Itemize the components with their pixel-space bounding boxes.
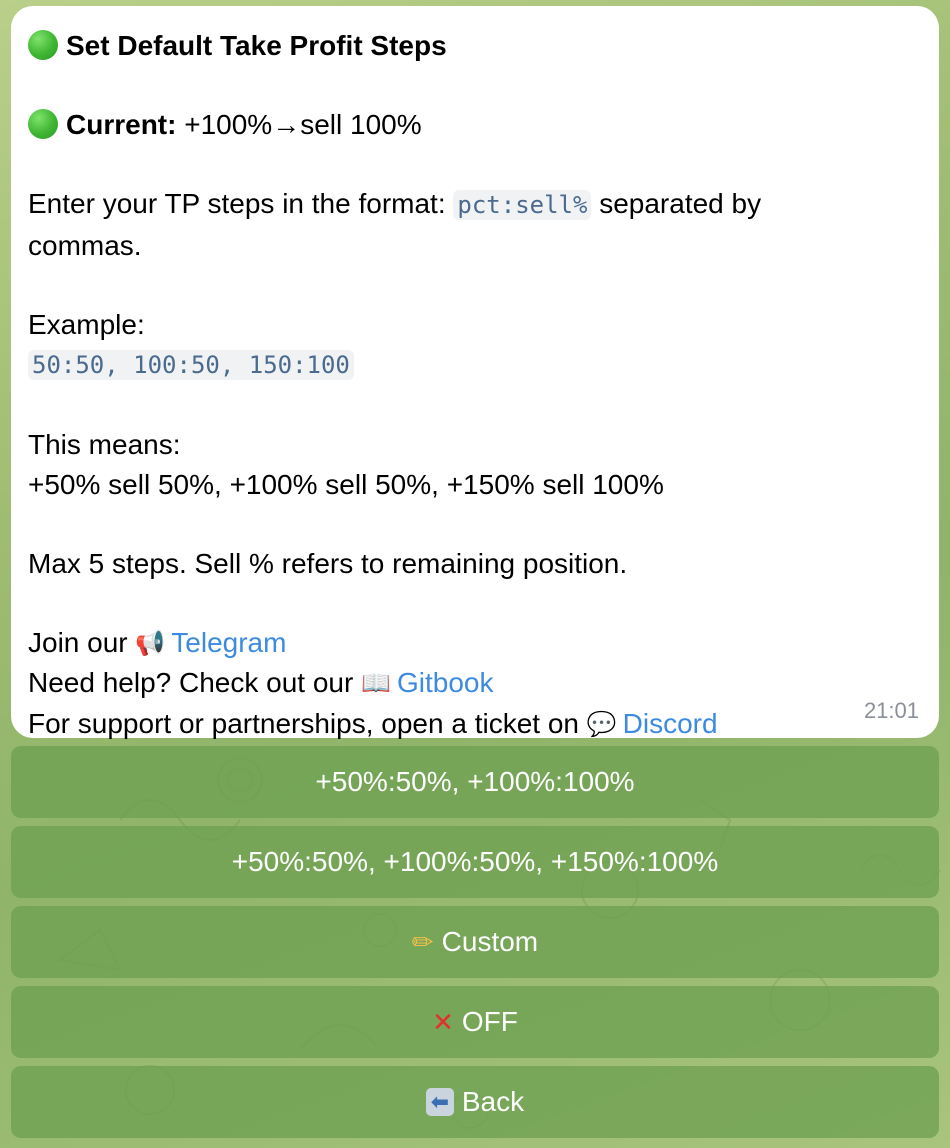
cross-mark-icon: ✕ <box>432 1006 454 1037</box>
discord-line: For support or partnerships, open a tick… <box>28 704 922 745</box>
speech-balloon-icon: 💬 <box>586 710 617 738</box>
back-label: Back <box>461 1086 525 1117</box>
message-time: 21:01 <box>863 697 919 723</box>
off-label: OFF <box>461 1006 518 1037</box>
custom-label: Custom <box>441 926 539 957</box>
preset-2-label: +50%:50%, +100%:50%, +150%:100% <box>231 846 719 877</box>
discord-link[interactable]: Discord <box>623 708 718 739</box>
gitbook-line: Need help? Check out our 📖 Gitbook <box>28 663 922 704</box>
example-code[interactable]: 50:50, 100:50, 150:100 <box>28 350 354 380</box>
format-code[interactable]: pct:sell% <box>453 190 592 220</box>
current-value: +100%→sell 100% <box>176 109 422 140</box>
preset-1-label: +50%:50%, +100%:100% <box>315 766 635 797</box>
example-line: 50:50, 100:50, 150:100 <box>28 344 922 386</box>
bot-message: Set Default Take Profit Steps Current: +… <box>11 6 939 739</box>
off-button[interactable]: ✕ OFF <box>11 986 939 1058</box>
back-arrow-icon: ⬅ <box>425 1088 454 1116</box>
preset-1-button[interactable]: +50%:50%, +100%:100% <box>11 746 939 818</box>
custom-button[interactable]: ✏ Custom <box>11 906 939 978</box>
means-text: +50% sell 50%, +100% sell 50%, +150% sel… <box>28 468 664 500</box>
pencil-icon: ✏ <box>411 926 434 957</box>
message-title: Set Default Take Profit Steps <box>28 26 922 66</box>
example-label: Example: <box>28 308 145 340</box>
megaphone-icon: 📢 <box>135 629 166 657</box>
current-label: Current: <box>66 109 177 140</box>
format-instructions-line2: commas. <box>28 229 142 261</box>
preset-2-button[interactable]: +50%:50%, +100%:50%, +150%:100% <box>11 826 939 898</box>
format-instructions: Enter your TP steps in the format: pct:s… <box>28 188 762 220</box>
means-label: This means: <box>28 429 181 460</box>
green-circle-icon <box>28 109 58 139</box>
max-steps-text: Max 5 steps. Sell % refers to remaining … <box>28 547 628 579</box>
current-setting: Current: +100%→sell 100% <box>28 105 922 145</box>
back-button[interactable]: ⬅ Back <box>11 1066 939 1138</box>
gitbook-link[interactable]: Gitbook <box>397 667 494 698</box>
join-telegram-line: Join our 📢 Telegram <box>28 623 922 664</box>
green-circle-icon <box>28 30 58 60</box>
telegram-link[interactable]: Telegram <box>171 627 286 658</box>
open-book-icon: 📖 <box>361 670 391 697</box>
